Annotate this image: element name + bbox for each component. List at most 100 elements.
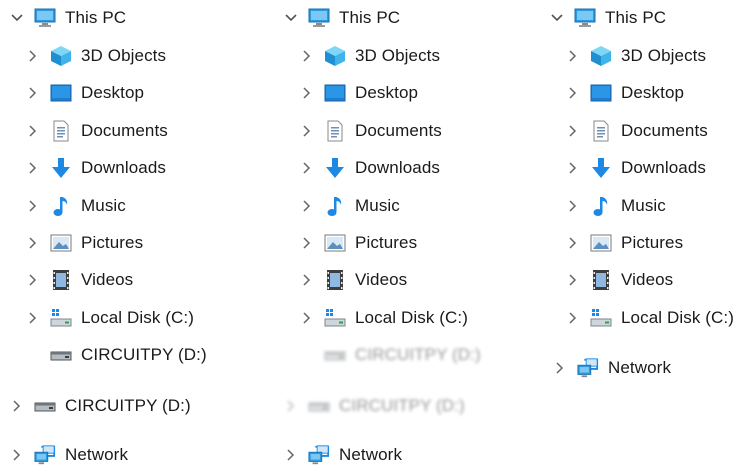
tree-item-label: Downloads <box>81 158 167 177</box>
network-icon <box>308 444 330 466</box>
tree-item-3d-objects[interactable]: 3D Objects <box>26 43 166 69</box>
tree-item-label: Desktop <box>355 83 419 102</box>
chevron-right-icon[interactable] <box>566 49 580 63</box>
chevron-right-icon[interactable] <box>300 199 314 213</box>
chevron-right-icon[interactable] <box>566 86 580 100</box>
chevron-down-icon[interactable] <box>550 11 564 25</box>
chevron-right-icon[interactable] <box>284 399 298 413</box>
tree-item-desktop[interactable]: Desktop <box>300 80 418 106</box>
tree-item-documents[interactable]: Documents <box>300 118 442 144</box>
downloads-icon <box>50 157 72 179</box>
tree-item-local-disk[interactable]: Local Disk (C:) <box>566 305 734 331</box>
chevron-right-icon[interactable] <box>300 311 314 325</box>
tree-item-documents[interactable]: Documents <box>566 118 708 144</box>
chevron-right-icon[interactable] <box>26 199 40 213</box>
tree-item-music[interactable]: Music <box>566 193 666 219</box>
chevron-right-icon[interactable] <box>566 273 580 287</box>
tree-item-downloads[interactable]: Downloads <box>300 155 440 181</box>
tree-item-label: Network <box>339 445 403 464</box>
chevron-right-icon[interactable] <box>26 49 40 63</box>
tree-item-this-pc[interactable]: This PC <box>550 5 666 31</box>
chevron-down-icon[interactable] <box>10 11 24 25</box>
chevron-right-icon[interactable] <box>26 236 40 250</box>
tree-item-local-disk[interactable]: Local Disk (C:) <box>300 305 468 331</box>
chevron-right-icon[interactable] <box>566 236 580 250</box>
tree-item-music[interactable]: Music <box>26 193 126 219</box>
chevron-right-icon[interactable] <box>300 86 314 100</box>
chevron-right-icon[interactable] <box>566 199 580 213</box>
tree-item-label: Pictures <box>355 233 418 252</box>
tree-item-pictures[interactable]: Pictures <box>300 230 417 256</box>
chevron-right-icon[interactable] <box>566 161 580 175</box>
chevron-right-icon[interactable] <box>553 361 567 375</box>
chevron-right-icon[interactable] <box>26 311 40 325</box>
chevron-right-icon[interactable] <box>300 236 314 250</box>
downloads-icon <box>590 157 612 179</box>
desktop-icon <box>324 82 346 104</box>
tree-item-network[interactable]: Network <box>284 442 402 468</box>
tree-item-documents[interactable]: Documents <box>26 118 168 144</box>
desktop-icon <box>590 82 612 104</box>
tree-item-local-disk[interactable]: Local Disk (C:) <box>26 305 194 331</box>
chevron-right-icon[interactable] <box>26 124 40 138</box>
tree-item-label: Network <box>608 358 672 377</box>
chevron-right-icon[interactable] <box>26 161 40 175</box>
usb-drive-icon <box>324 344 346 366</box>
tree-item-label: Videos <box>621 270 674 289</box>
tree-item-3d-objects[interactable]: 3D Objects <box>566 43 706 69</box>
tree-item-this-pc[interactable]: This PC <box>10 5 126 31</box>
tree-item-label: Documents <box>355 121 442 140</box>
tree-item-circuitpy[interactable]: CIRCUITPY (D:) <box>300 342 481 368</box>
usb-drive-icon <box>50 344 72 366</box>
videos-icon <box>50 269 72 291</box>
pictures-icon <box>590 232 612 254</box>
chevron-right-icon[interactable] <box>300 273 314 287</box>
tree-item-downloads[interactable]: Downloads <box>566 155 706 181</box>
tree-item-desktop[interactable]: Desktop <box>26 80 144 106</box>
music-icon <box>50 195 72 217</box>
tree-item-desktop[interactable]: Desktop <box>566 80 684 106</box>
tree-item-label: 3D Objects <box>621 46 707 65</box>
chevron-right-icon[interactable] <box>26 273 40 287</box>
chevron-down-icon[interactable] <box>284 11 298 25</box>
documents-icon <box>324 120 346 142</box>
tree-item-circuitpy[interactable]: CIRCUITPY (D:) <box>26 342 207 368</box>
tree-item-label: Documents <box>621 121 708 140</box>
tree-item-music[interactable]: Music <box>300 193 400 219</box>
tree-item-3d-objects[interactable]: 3D Objects <box>300 43 440 69</box>
tree-item-pictures[interactable]: Pictures <box>566 230 683 256</box>
chevron-right-icon[interactable] <box>284 448 298 462</box>
tree-item-label: Music <box>81 196 126 215</box>
tree-item-circuitpy-root[interactable]: CIRCUITPY (D:) <box>10 393 191 419</box>
tree-item-label: Pictures <box>81 233 144 252</box>
tree-item-videos[interactable]: Videos <box>26 267 133 293</box>
chevron-right-icon[interactable] <box>10 399 24 413</box>
chevron-right-icon[interactable] <box>300 49 314 63</box>
tree-item-videos[interactable]: Videos <box>300 267 407 293</box>
tree-item-label: Videos <box>81 270 134 289</box>
chevron-right-icon[interactable] <box>300 124 314 138</box>
tree-item-label: 3D Objects <box>81 46 167 65</box>
tree-item-label: CIRCUITPY (D:) <box>339 396 465 415</box>
tree-item-this-pc[interactable]: This PC <box>284 5 400 31</box>
tree-item-network[interactable]: Network <box>553 355 671 381</box>
chevron-right-icon[interactable] <box>566 311 580 325</box>
tree-item-videos[interactable]: Videos <box>566 267 673 293</box>
tree-item-label: Music <box>621 196 666 215</box>
chevron-right-icon[interactable] <box>10 448 24 462</box>
3d-objects-icon <box>590 45 612 67</box>
tree-item-network[interactable]: Network <box>10 442 128 468</box>
chevron-right-icon[interactable] <box>566 124 580 138</box>
tree-item-pictures[interactable]: Pictures <box>26 230 143 256</box>
usb-drive-icon <box>34 395 56 417</box>
tree-item-circuitpy-root[interactable]: CIRCUITPY (D:) <box>284 393 465 419</box>
local-disk-icon <box>50 307 72 329</box>
tree-item-label: CIRCUITPY (D:) <box>81 345 207 364</box>
local-disk-icon <box>590 307 612 329</box>
chevron-right-icon[interactable] <box>300 161 314 175</box>
music-icon <box>590 195 612 217</box>
tree-item-label: Local Disk (C:) <box>81 308 194 327</box>
desktop-icon <box>50 82 72 104</box>
tree-item-downloads[interactable]: Downloads <box>26 155 166 181</box>
chevron-right-icon[interactable] <box>26 86 40 100</box>
